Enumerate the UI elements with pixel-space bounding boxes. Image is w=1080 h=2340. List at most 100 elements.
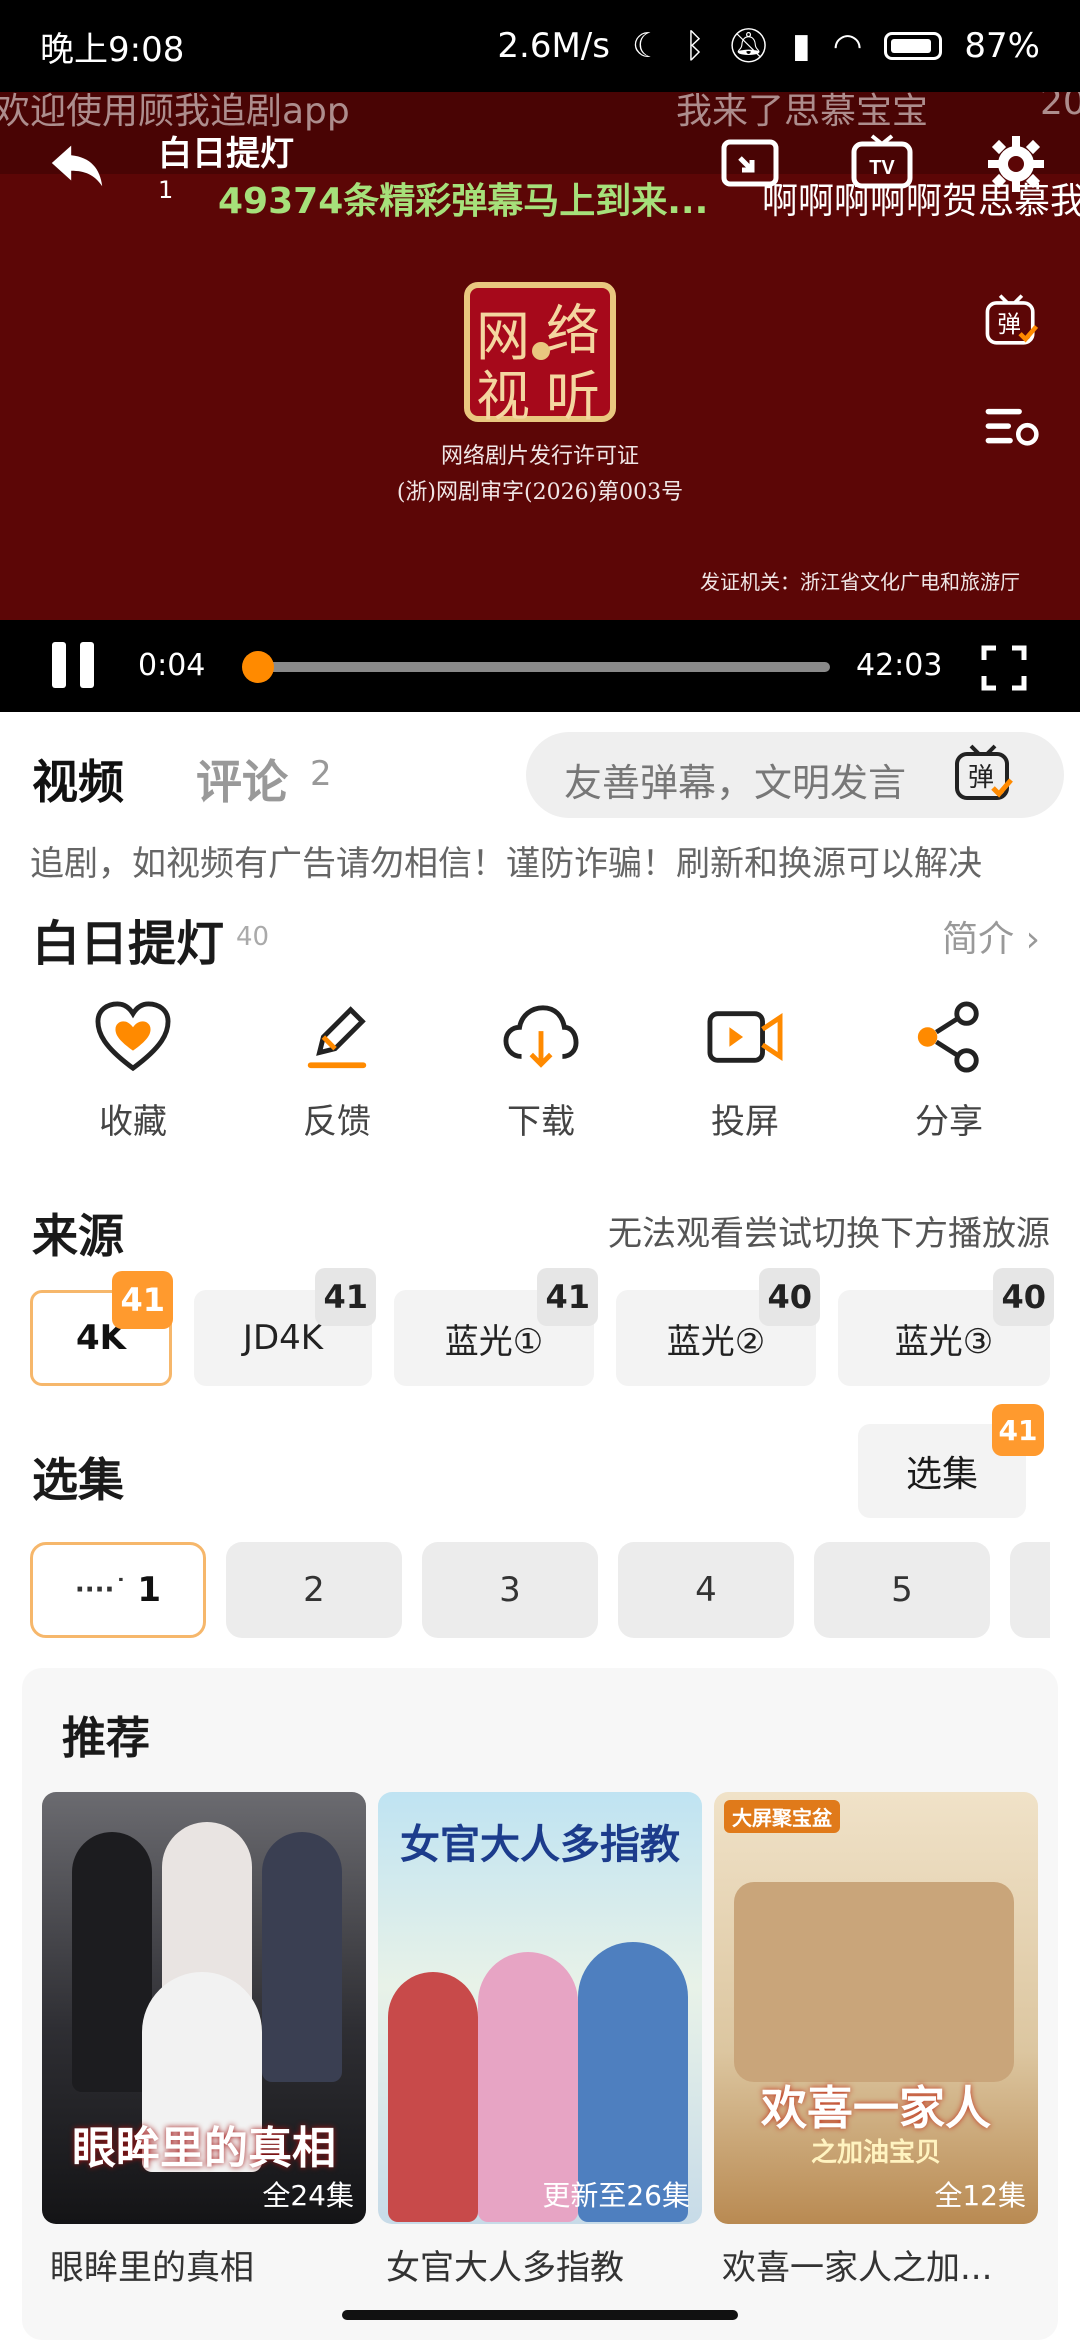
favorite-label: 收藏 xyxy=(99,1102,167,1142)
danmu-text: 20 xyxy=(1040,92,1080,123)
source-chip-bluray-3[interactable]: 蓝光③ 40 xyxy=(838,1268,1054,1386)
seal-char: 听 xyxy=(546,365,600,428)
poster-channel-tag: 大屏聚宝盆 xyxy=(724,1800,840,1833)
share-icon xyxy=(917,1001,979,1073)
cast-icon xyxy=(707,1011,783,1063)
source-chip-count: 40 xyxy=(993,1268,1054,1326)
episode-button[interactable]: 5 xyxy=(814,1542,990,1638)
home-indicator[interactable] xyxy=(342,2310,738,2320)
settings-gear-icon[interactable] xyxy=(984,132,1048,196)
episodes-title: 选集 xyxy=(32,1453,124,1507)
playing-indicator-icon: ····˙ xyxy=(74,1575,128,1605)
poster-3[interactable]: 大屏聚宝盆 欢喜一家人 之加油宝贝 全12集 xyxy=(714,1792,1038,2224)
download-button[interactable]: 下载 xyxy=(466,1000,616,1143)
source-chip-count: 41 xyxy=(315,1268,376,1326)
tv-label: TV xyxy=(869,157,895,179)
feedback-label: 反馈 xyxy=(303,1102,371,1142)
danmu-input[interactable]: 友善弹幕，文明发言 弹 xyxy=(526,732,1064,818)
heart-icon xyxy=(95,1001,171,1072)
intro-link[interactable]: 简介 › xyxy=(942,910,1040,962)
recommend-item-title[interactable]: 欢喜一家人之加... xyxy=(722,2240,992,2289)
play-dot-icon xyxy=(532,342,550,360)
license-issuer: 发证机关：浙江省文化广电和旅游厅 xyxy=(700,570,1020,594)
comment-count: 2 xyxy=(310,754,332,794)
favorite-button[interactable]: 收藏 xyxy=(58,1000,208,1143)
poster-1[interactable]: 眼眸里的真相 全24集 xyxy=(42,1792,366,2224)
poster-episode-badge: 全24集 xyxy=(262,2179,354,2212)
notice-marquee: 追剧，如视频有广告请勿相信！谨防诈骗！刷新和换源可以解决 xyxy=(30,844,982,884)
danmu-toggle-icon[interactable]: 弹 xyxy=(982,292,1040,350)
episode-button[interactable]: ····˙ 1 xyxy=(30,1542,206,1638)
pip-icon[interactable] xyxy=(718,132,782,196)
progress-knob[interactable] xyxy=(241,651,274,683)
current-time: 0:04 xyxy=(138,648,206,683)
episode-number: 1 xyxy=(137,1570,162,1610)
send-danmu-label: 弹 xyxy=(968,763,994,793)
tv-cast-icon[interactable]: TV xyxy=(850,132,914,196)
poster-2[interactable]: 女官大人多指教 更新至26集 xyxy=(378,1792,702,2224)
status-bar: 晚上9:08 2.6M/s ☾ ᛒ 🔕︎ ▮ ◠ 87% xyxy=(0,0,1080,92)
danmu-settings-icon[interactable] xyxy=(982,398,1040,456)
action-row: 收藏 反馈 下载 投屏 分享 xyxy=(0,1000,1080,1160)
detail-tabs: 视频 评论 2 友善弹幕，文明发言 弹 xyxy=(0,712,1080,828)
poster-subtitle-art: 之加油宝贝 xyxy=(810,2138,941,2168)
source-chip-count: 41 xyxy=(537,1268,598,1326)
cloud-download-icon xyxy=(503,1005,579,1068)
show-title: 白日提灯 xyxy=(32,916,225,972)
fullscreen-icon[interactable] xyxy=(980,644,1028,692)
share-button[interactable]: 分享 xyxy=(874,1000,1024,1143)
poster-episode-badge: 全12集 xyxy=(934,2179,1026,2212)
episode-button-partial[interactable] xyxy=(1010,1542,1050,1638)
edit-icon xyxy=(307,1006,367,1069)
episode-button[interactable]: 4 xyxy=(618,1542,794,1638)
recommend-item-title[interactable]: 眼眸里的真相 xyxy=(50,2240,254,2289)
source-chip-count: 40 xyxy=(759,1268,820,1326)
cast-button[interactable]: 投屏 xyxy=(670,1000,820,1143)
episode-total-badge: 41 xyxy=(992,1404,1044,1456)
progress-bar[interactable] xyxy=(241,651,830,683)
share-label: 分享 xyxy=(915,1102,983,1142)
episode-button[interactable]: 3 xyxy=(422,1542,598,1638)
danmu-text: 我来了思慕宝宝 xyxy=(676,92,929,132)
back-icon[interactable] xyxy=(46,132,108,194)
poster-figures-group xyxy=(734,1882,1014,2082)
source-chip-jd4k[interactable]: JD4K 41 xyxy=(194,1268,376,1386)
tab-video[interactable]: 视频 xyxy=(32,746,124,812)
status-time: 晚上9:08 xyxy=(40,29,185,70)
recommend-item-title[interactable]: 女官大人多指教 xyxy=(386,2240,624,2289)
poster-title-art: 欢喜一家人 xyxy=(761,2081,991,2135)
video-player[interactable]: 欢迎使用顾我追剧app 我来了思慕宝宝 20 49374条精彩弹幕马上到来...… xyxy=(0,92,1080,712)
feedback-button[interactable]: 反馈 xyxy=(262,1000,412,1143)
danmu-input-placeholder: 友善弹幕，文明发言 xyxy=(564,761,907,805)
download-label: 下载 xyxy=(507,1102,575,1142)
tab-comments[interactable]: 评论 xyxy=(196,746,288,812)
episode-button[interactable]: 2 xyxy=(226,1542,402,1638)
wifi-icon: ◠ xyxy=(832,26,863,66)
poster-title-art: 女官大人多指教 xyxy=(400,1821,680,1868)
seal-char: 视 xyxy=(476,365,530,428)
battery-icon xyxy=(884,32,943,60)
danmu-toggle-label: 弹 xyxy=(997,310,1021,338)
source-chip-bluray-1[interactable]: 蓝光① 41 xyxy=(394,1268,598,1386)
send-danmu-icon[interactable]: 弹 xyxy=(950,742,1016,806)
signal-icon: ▮ xyxy=(792,26,811,66)
source-title: 来源 xyxy=(32,1209,124,1263)
battery-level: 87% xyxy=(964,26,1040,66)
source-chip-label: 蓝光② xyxy=(666,1321,766,1362)
recommend-title: 推荐 xyxy=(62,1713,150,1764)
source-chip-count: 41 xyxy=(112,1271,173,1329)
source-hint: 无法观看尝试切换下方播放源 xyxy=(608,1214,1050,1254)
source-chip-4k[interactable]: 4K 41 xyxy=(30,1271,173,1386)
network-speed: 2.6M/s xyxy=(497,26,610,66)
moon-icon: ☾ xyxy=(631,26,663,66)
poster-figure xyxy=(262,1832,342,2082)
license-title: 网络剧片发行许可证 xyxy=(440,444,639,469)
poster-title-art: 眼眸里的真相 xyxy=(72,2123,336,2174)
pause-button[interactable] xyxy=(50,642,96,688)
poster-figure xyxy=(388,1972,478,2222)
player-title: 白日提灯 xyxy=(158,134,294,174)
source-chip-label: JD4K xyxy=(242,1318,324,1358)
poster-episode-badge: 更新至26集 xyxy=(542,2179,690,2212)
source-chip-bluray-2[interactable]: 蓝光② 40 xyxy=(616,1268,820,1386)
show-episode-count: 40 xyxy=(236,922,270,952)
